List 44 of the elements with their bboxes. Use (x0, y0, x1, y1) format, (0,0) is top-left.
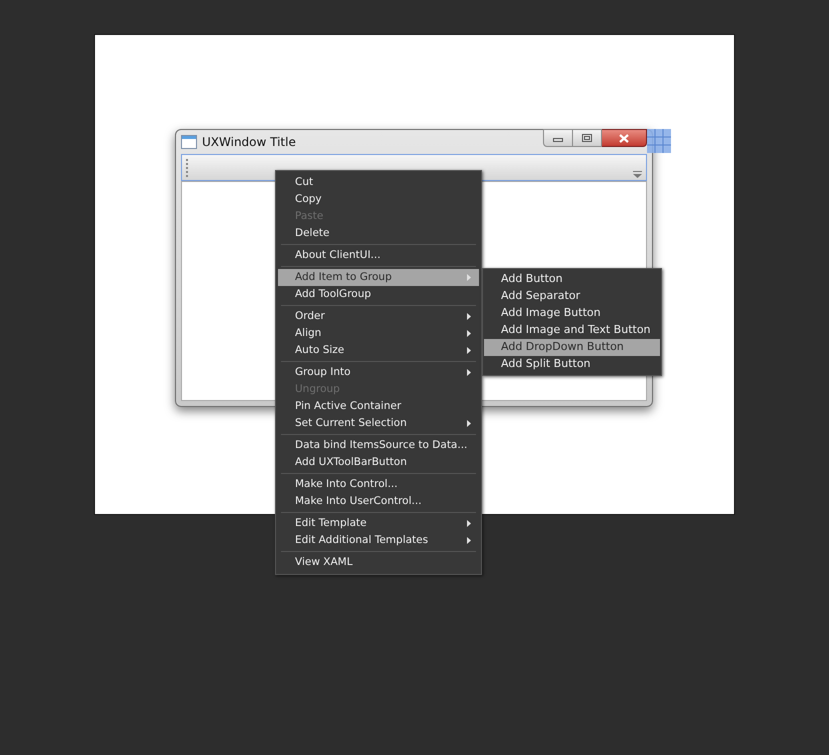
menu-item[interactable]: Data bind ItemsSource to Data... (278, 437, 479, 454)
menu-item[interactable]: Delete (278, 225, 479, 242)
close-icon (619, 134, 629, 142)
menu-item[interactable]: Add Separator (484, 288, 660, 305)
menu-item[interactable]: Edit Additional Templates (278, 532, 479, 549)
gripper-icon (186, 158, 189, 176)
menu-item[interactable]: Add UXToolBarButton (278, 454, 479, 471)
submenu-arrow-icon (467, 347, 471, 354)
menu-item[interactable]: Cut (278, 174, 479, 191)
window-icon (181, 135, 197, 149)
menu-item[interactable]: Add Image Button (484, 305, 660, 322)
submenu-arrow-icon (467, 330, 471, 337)
menu-item[interactable]: Add Button (484, 271, 660, 288)
menu-item[interactable]: Add Split Button (484, 356, 660, 373)
menu-item[interactable]: Order (278, 308, 479, 325)
menu-item[interactable]: View XAML (278, 554, 479, 571)
menu-item[interactable]: Group Into (278, 364, 479, 381)
submenu-arrow-icon (467, 537, 471, 544)
submenu-arrow-icon (467, 369, 471, 376)
minimize-button[interactable] (543, 129, 573, 147)
menu-item[interactable]: Set Current Selection (278, 415, 479, 432)
close-button[interactable] (602, 129, 647, 147)
menu-item[interactable]: Pin Active Container (278, 398, 479, 415)
minimize-icon (553, 138, 563, 142)
submenu-arrow-icon (467, 420, 471, 427)
selection-handle-drawing (647, 129, 671, 153)
menu-item[interactable]: Add Item to Group (278, 269, 479, 286)
menu-item[interactable]: About ClientUI... (278, 247, 479, 264)
maximize-button[interactable] (573, 129, 602, 147)
submenu-arrow-icon (467, 274, 471, 281)
menu-item[interactable]: Copy (278, 191, 479, 208)
menu-item[interactable]: Add Image and Text Button (484, 322, 660, 339)
menu-item[interactable]: Add ToolGroup (278, 286, 479, 303)
menu-item[interactable]: Align (278, 325, 479, 342)
menu-item[interactable]: Make Into Control... (278, 476, 479, 493)
menu-item[interactable]: Add DropDown Button (484, 339, 660, 356)
maximize-icon (582, 134, 592, 142)
menu-item[interactable]: Edit Template (278, 515, 479, 532)
menu-item[interactable]: Auto Size (278, 342, 479, 359)
submenu-arrow-icon (467, 520, 471, 527)
submenu-arrow-icon (467, 313, 471, 320)
menu-item[interactable]: Make Into UserControl... (278, 493, 479, 510)
window-title: UXWindow Title (202, 134, 296, 151)
overflow-icon (633, 171, 642, 178)
